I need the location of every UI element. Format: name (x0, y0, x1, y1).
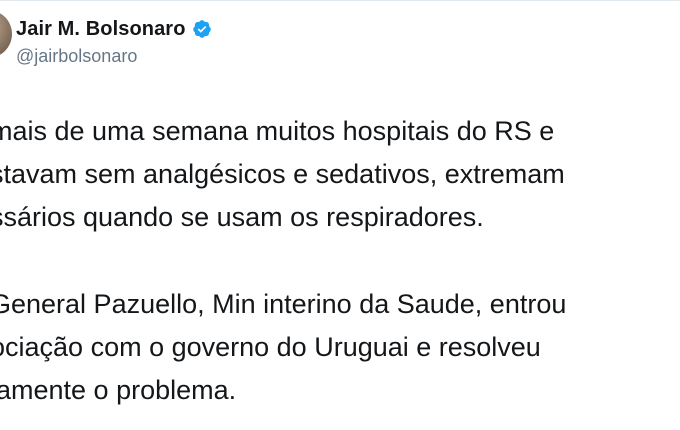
author-handle[interactable]: @jairbolsonaro (16, 46, 212, 67)
tweet-line: ociação com o governo do Uruguai e resol… (0, 332, 541, 362)
name-row: Jair M. Bolsonaro (16, 16, 212, 42)
avatar[interactable] (0, 10, 12, 58)
tweet-line: lamente o problema. (0, 375, 237, 405)
tweet-text: mais de uma semana muitos hospitais do R… (0, 110, 680, 412)
tweet-card: Jair M. Bolsonaro @jairbolsonaro mais de… (0, 0, 680, 430)
tweet-line: ssários quando se usam os respiradores. (0, 202, 484, 232)
tweet-line: mais de uma semana muitos hospitais do R… (0, 116, 555, 146)
author-display-name[interactable]: Jair M. Bolsonaro (16, 18, 186, 41)
tweet-line: General Pazuello, Min interino da Saude,… (0, 289, 567, 319)
tweet-line: stavam sem analgésicos e sedativos, extr… (0, 159, 565, 189)
tweet-author: Jair M. Bolsonaro @jairbolsonaro (16, 16, 212, 67)
verified-badge-icon (192, 19, 212, 39)
divider (0, 0, 680, 1)
